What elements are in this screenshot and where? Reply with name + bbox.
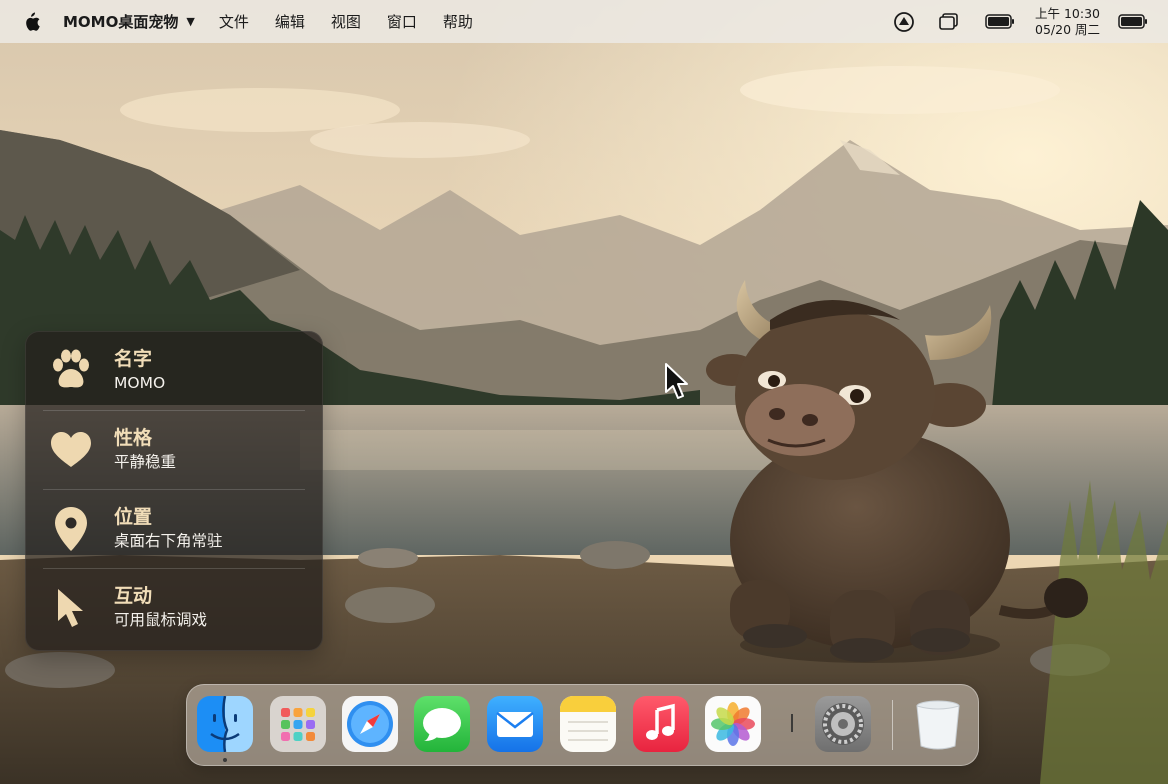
info-value: 可用鼠标调戏: [114, 611, 208, 629]
dock: [186, 684, 979, 766]
battery-icon[interactable]: [1118, 14, 1148, 29]
music-icon[interactable]: [633, 696, 689, 752]
info-value: MOMO: [114, 374, 166, 392]
info-title: 互动: [114, 585, 153, 607]
pointer-arrow-icon: [43, 587, 99, 629]
finder-icon[interactable]: [197, 696, 253, 752]
mouse-cursor-icon: [664, 362, 690, 404]
info-row-location: 位置 桌面右下角常驻: [43, 489, 305, 568]
info-value: 桌面右下角常驻: [114, 532, 223, 550]
notes-icon[interactable]: [560, 696, 616, 752]
info-value: 平静稳重: [114, 453, 177, 471]
menu-file[interactable]: 文件: [219, 11, 249, 32]
info-row-interaction: 互动 可用鼠标调戏: [43, 568, 305, 647]
app-menu[interactable]: MOMO桌面宠物 ▼: [63, 11, 195, 32]
launchpad-icon[interactable]: [270, 696, 326, 752]
menu-view[interactable]: 视图: [331, 11, 361, 32]
app-menu-caret-icon: ▼: [186, 15, 195, 28]
battery-icon[interactable]: [985, 14, 1015, 29]
menu-help[interactable]: 帮助: [443, 11, 473, 32]
trash-icon[interactable]: [910, 696, 966, 752]
dock-placeholder: [791, 714, 793, 732]
app-menu-label: MOMO桌面宠物: [63, 13, 179, 31]
menu-edit[interactable]: 编辑: [275, 11, 305, 32]
pet-info-panel: 名字 MOMO 性格 平静稳重 位置 桌面右下角常驻 互动 可用鼠标调戏: [25, 331, 323, 651]
window-icon[interactable]: [939, 12, 959, 31]
safari-icon[interactable]: [342, 696, 398, 752]
info-row-personality: 性格 平静稳重: [43, 410, 305, 489]
paw-icon: [43, 349, 99, 393]
menu-window[interactable]: 窗口: [387, 11, 417, 32]
clock-time: 上午 10:30: [1035, 5, 1100, 21]
clock-date: 05/20 周二: [1035, 21, 1100, 37]
menu-bar: MOMO桌面宠物 ▼ 文件 编辑 视图 窗口 帮助 上午 10:30 05/20…: [0, 0, 1168, 43]
dock-separator: [892, 700, 893, 750]
mail-icon[interactable]: [487, 696, 543, 752]
messages-icon[interactable]: [414, 696, 470, 752]
menu-clock[interactable]: 上午 10:30 05/20 周二: [1035, 6, 1100, 38]
info-title: 性格: [114, 427, 153, 449]
info-title: 名字: [114, 348, 153, 370]
status-tray-icon[interactable]: [893, 11, 915, 33]
info-row-name: 名字 MOMO: [43, 331, 305, 410]
running-indicator: [223, 758, 227, 762]
status-area: 上午 10:30 05/20 周二: [893, 0, 1168, 43]
system-settings-icon[interactable]: [815, 696, 871, 752]
heart-icon: [43, 431, 99, 469]
info-title: 位置: [114, 506, 153, 528]
location-pin-icon: [43, 506, 99, 552]
photos-icon[interactable]: [705, 696, 761, 752]
apple-icon[interactable]: [21, 11, 41, 33]
